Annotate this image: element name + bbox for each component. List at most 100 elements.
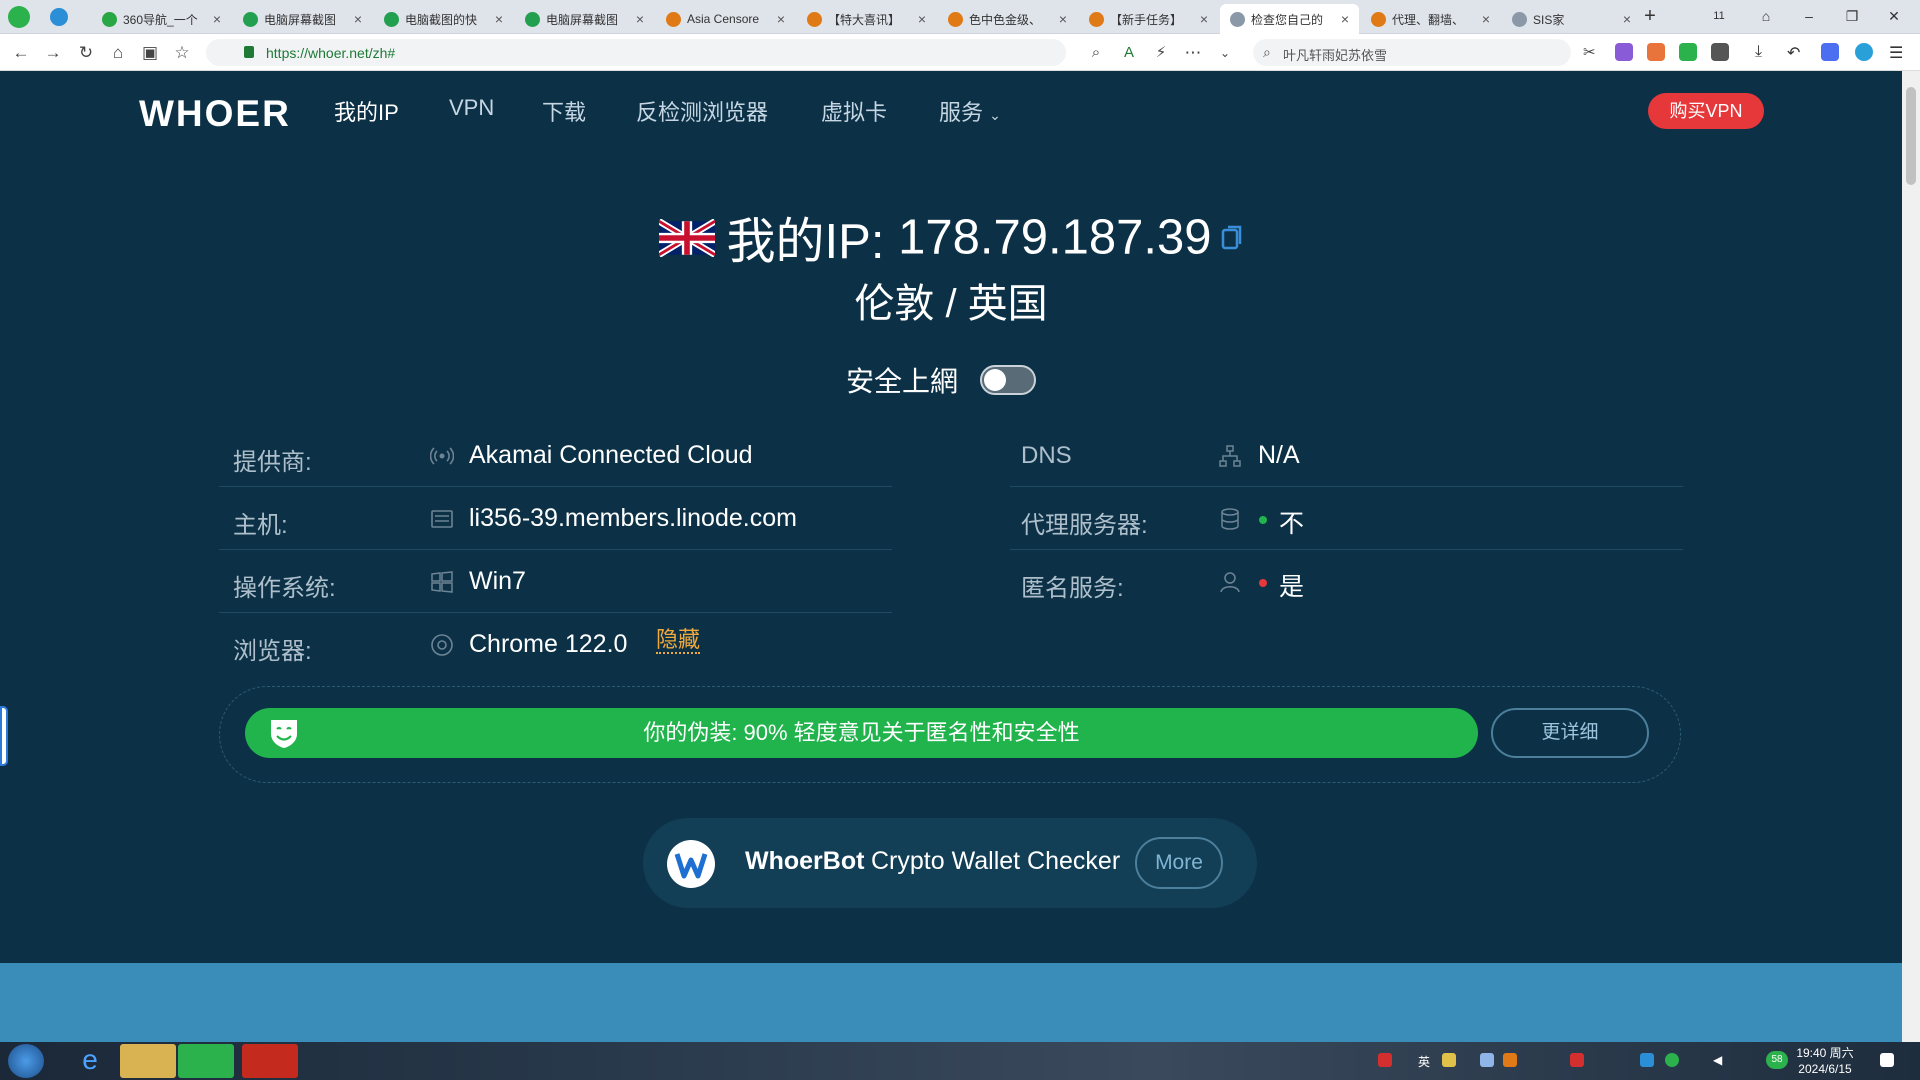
url-text[interactable]: https://whoer.net/zh# bbox=[266, 45, 395, 61]
close-window-icon[interactable]: ✕ bbox=[1880, 4, 1908, 28]
browser-tab[interactable]: 【新手任务】 × bbox=[1079, 4, 1218, 34]
ai-icon[interactable] bbox=[1821, 43, 1839, 61]
ie-taskbar-icon[interactable]: e bbox=[62, 1044, 118, 1078]
read-aloud-icon[interactable]: A bbox=[1118, 42, 1140, 64]
tab-close-icon[interactable]: × bbox=[1196, 11, 1212, 27]
tab-close-icon[interactable]: × bbox=[632, 11, 648, 27]
volume-icon[interactable]: ◀ bbox=[1713, 1053, 1727, 1067]
explorer-taskbar-icon[interactable] bbox=[120, 1044, 176, 1078]
page-scrollbar[interactable] bbox=[1902, 71, 1920, 1042]
tab-close-icon[interactable]: × bbox=[773, 11, 789, 27]
tray-icon[interactable] bbox=[1665, 1053, 1679, 1067]
tab-close-icon[interactable]: × bbox=[914, 11, 930, 27]
search-box[interactable]: ⌕ 叶凡轩雨妃苏依雪 bbox=[1253, 39, 1571, 66]
zoom-icon[interactable]: ⌕ bbox=[1085, 42, 1107, 64]
menu-icon[interactable]: ☰ bbox=[1889, 43, 1907, 62]
scissors-icon[interactable]: ✂ bbox=[1583, 43, 1601, 61]
whoerbot-more-button[interactable]: More bbox=[1135, 837, 1223, 889]
tray-icon[interactable] bbox=[1503, 1053, 1517, 1067]
tab-close-icon[interactable]: × bbox=[1337, 11, 1353, 27]
tray-icon[interactable] bbox=[1480, 1053, 1494, 1067]
lightning-icon[interactable]: ⚡ bbox=[1150, 42, 1172, 64]
more-details-button[interactable]: 更详细 bbox=[1491, 708, 1649, 758]
tab-close-icon[interactable]: × bbox=[1619, 11, 1635, 27]
browser-tab[interactable]: SIS家 × bbox=[1502, 4, 1641, 34]
translate-icon[interactable] bbox=[1615, 43, 1633, 61]
divider bbox=[219, 486, 892, 487]
clock[interactable]: 19:40 周六 2024/6/15 bbox=[1794, 1045, 1856, 1077]
edge-icon[interactable] bbox=[1855, 43, 1873, 61]
browser-tab[interactable]: 代理、翻墙、 × bbox=[1361, 4, 1500, 34]
dropdown-icon[interactable]: ⌄ bbox=[1214, 42, 1236, 64]
browser-label: 浏览器: bbox=[233, 638, 312, 665]
game-icon[interactable] bbox=[1647, 43, 1665, 61]
new-tab-button[interactable]: + bbox=[1636, 4, 1664, 28]
browser-tab[interactable]: 电脑屏幕截图 × bbox=[233, 4, 372, 34]
forward-icon[interactable]: → bbox=[42, 42, 64, 64]
buy-vpn-button[interactable]: 购买VPN bbox=[1648, 93, 1764, 129]
browser-tab[interactable]: 电脑截图的快 × bbox=[374, 4, 513, 34]
browser-tab[interactable]: 【特大喜讯】 × bbox=[797, 4, 936, 34]
ime-indicator[interactable]: 英 bbox=[1418, 1053, 1432, 1069]
wechat-icon[interactable] bbox=[1679, 43, 1697, 61]
home-icon[interactable]: ⌂ bbox=[107, 42, 129, 64]
browser-tab[interactable]: Asia Censore × bbox=[656, 4, 795, 34]
tab-favicon-icon bbox=[666, 11, 681, 27]
nav-services-label: 服务 bbox=[939, 100, 984, 125]
browser-tab[interactable]: 色中色金级、 × bbox=[938, 4, 1077, 34]
telegram-icon[interactable] bbox=[50, 8, 68, 26]
tab-favicon-icon bbox=[102, 11, 117, 27]
shirt-icon[interactable]: ⌂ bbox=[1752, 4, 1780, 28]
nav-services[interactable]: 服务 ⌄ bbox=[939, 95, 1001, 127]
tab-close-icon[interactable]: × bbox=[209, 11, 225, 27]
nav-vpn[interactable]: VPN bbox=[449, 95, 494, 121]
nav-download[interactable]: 下载 bbox=[542, 95, 586, 127]
start-button-icon[interactable] bbox=[8, 1044, 44, 1078]
minimize-icon[interactable]: – bbox=[1795, 4, 1823, 28]
copy-icon[interactable] bbox=[1221, 224, 1243, 252]
browser-value: Chrome 122.0 bbox=[469, 630, 628, 658]
url-bar[interactable]: https://whoer.net/zh# bbox=[206, 39, 1066, 66]
whoerbot-logo-icon bbox=[667, 840, 715, 888]
ip-address[interactable]: 178.79.187.39 bbox=[898, 211, 1211, 265]
server-icon bbox=[431, 510, 453, 528]
download-icon[interactable]: ⤓ bbox=[1755, 43, 1773, 61]
disguise-text: 你的伪装: 90% 轻度意见关于匿名性和安全性 bbox=[643, 720, 1080, 745]
tab-label: 电脑屏幕截图 bbox=[546, 12, 619, 27]
safe-browsing-toggle[interactable] bbox=[980, 365, 1036, 395]
tab-close-icon[interactable]: × bbox=[491, 11, 507, 27]
nav-antidetect-browser[interactable]: 反检测浏览器 bbox=[636, 95, 768, 127]
undo-icon[interactable]: ↶ bbox=[1787, 43, 1805, 62]
nav-virtual-card[interactable]: 虚拟卡 bbox=[821, 95, 887, 127]
tab-close-icon[interactable]: × bbox=[1055, 11, 1071, 27]
tray-icon[interactable] bbox=[1378, 1053, 1392, 1067]
briefcase-icon[interactable]: ▣ bbox=[139, 42, 161, 64]
toggle-knob bbox=[984, 369, 1006, 391]
p-app-taskbar-icon[interactable] bbox=[242, 1044, 298, 1078]
more-icon[interactable]: ⋯ bbox=[1182, 42, 1204, 64]
scrollbar-thumb[interactable] bbox=[1906, 87, 1916, 185]
browser-tab[interactable]: 电脑屏幕截图 × bbox=[515, 4, 654, 34]
browser-logo-icon[interactable] bbox=[8, 6, 30, 28]
hide-link[interactable]: 隐藏 bbox=[656, 628, 701, 654]
browser-taskbar-icon[interactable] bbox=[178, 1044, 234, 1078]
restore-icon[interactable]: ❐ bbox=[1838, 4, 1866, 28]
tab-close-icon[interactable]: × bbox=[350, 11, 366, 27]
whoer-logo[interactable]: WHOER bbox=[139, 93, 291, 135]
favorites-icon[interactable]: ☆ bbox=[171, 42, 193, 64]
back-icon[interactable]: ← bbox=[10, 42, 32, 64]
side-panel-handle[interactable] bbox=[0, 706, 8, 766]
search-text[interactable]: 叶凡轩雨妃苏依雪 bbox=[1283, 48, 1387, 63]
browser-tab[interactable]: 360导航_一个 × bbox=[92, 4, 231, 34]
tray-icon[interactable] bbox=[1442, 1053, 1456, 1067]
tab-close-icon[interactable]: × bbox=[1478, 11, 1494, 27]
nav-my-ip[interactable]: 我的IP bbox=[334, 95, 399, 127]
tray-icon[interactable] bbox=[1570, 1053, 1584, 1067]
tray-icon[interactable] bbox=[1640, 1053, 1654, 1067]
browser-tab[interactable]: 检查您自己的 × bbox=[1220, 4, 1359, 34]
tray-badge[interactable]: 58 bbox=[1766, 1051, 1788, 1069]
tab-count-badge[interactable]: 11 bbox=[1705, 4, 1733, 28]
extensions-icon[interactable] bbox=[1711, 43, 1729, 61]
reload-icon[interactable]: ↻ bbox=[75, 42, 97, 64]
notification-icon[interactable] bbox=[1880, 1053, 1894, 1067]
